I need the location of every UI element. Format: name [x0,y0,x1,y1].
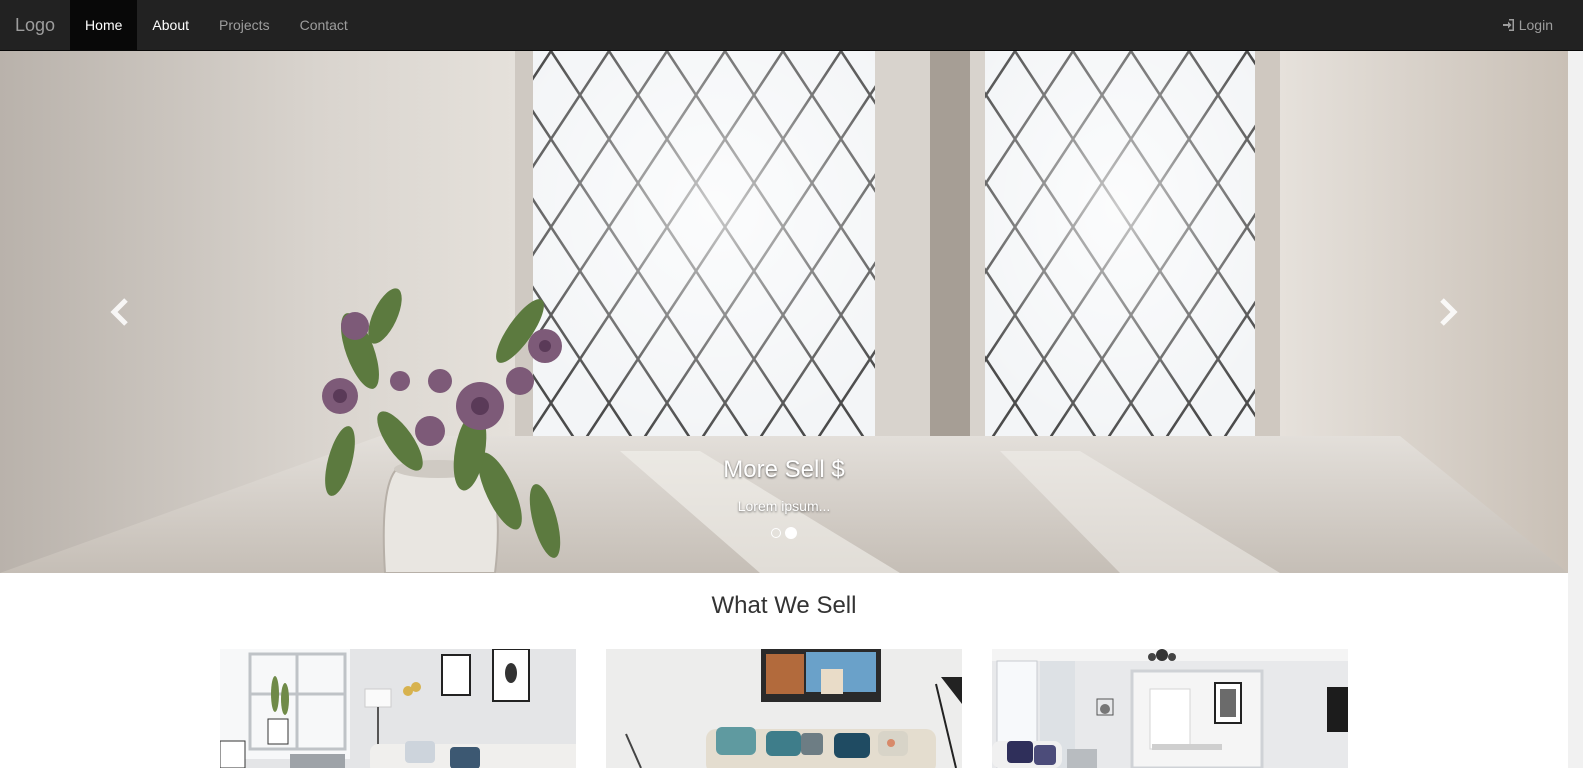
product-grid [220,649,1348,768]
carousel-caption: More Sell $ Lorem ipsum... [0,456,1568,514]
top-navbar: Logo Home About Projects Contact Login [0,0,1583,51]
log-in-icon [1502,19,1514,31]
main-nav: Home About Projects Contact [70,0,363,50]
nav-item-about[interactable]: About [137,0,204,50]
hero-carousel: More Sell $ Lorem ipsum... [0,51,1568,573]
brand-logo[interactable]: Logo [0,0,70,50]
nav-item-contact[interactable]: Contact [285,0,363,50]
carousel-indicator-1[interactable] [771,528,781,538]
chevron-left-icon [110,298,128,326]
caption-title: More Sell $ [723,456,845,483]
nav-item-projects[interactable]: Projects [204,0,285,50]
chevron-right-icon [1440,298,1458,326]
section-title: What We Sell [711,592,857,619]
nav-item-home[interactable]: Home [70,0,138,50]
nav-right: Login [1502,0,1583,50]
page-scrollbar[interactable] [1568,51,1583,768]
carousel-indicator-2[interactable] [785,527,797,539]
product-image-2[interactable] [606,649,962,768]
product-image-3[interactable] [992,649,1348,768]
carousel-indicators [0,527,1568,539]
product-image-1[interactable] [220,649,576,768]
login-label: Login [1518,17,1553,33]
caption-text: Lorem ipsum... [737,498,831,514]
login-link[interactable]: Login [1502,0,1553,50]
